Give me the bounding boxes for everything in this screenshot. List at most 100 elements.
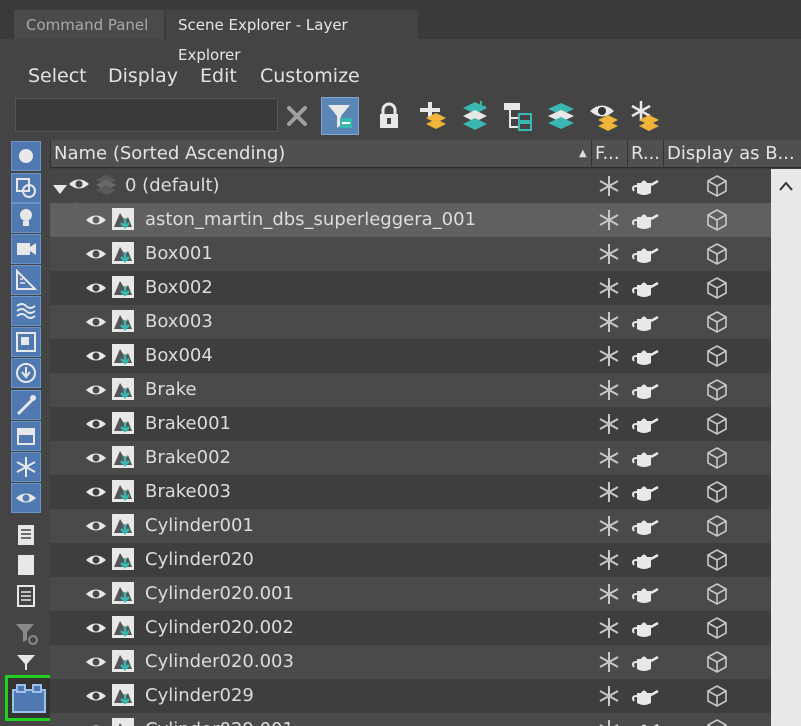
vertical-scrollbar[interactable]	[771, 169, 801, 726]
render-teapot-icon[interactable]	[627, 339, 662, 373]
render-teapot-icon[interactable]	[627, 679, 662, 713]
freeze-icon[interactable]	[591, 475, 626, 509]
visibility-eye-icon[interactable]	[85, 721, 107, 726]
freeze-icon[interactable]	[591, 271, 626, 305]
table-row[interactable]: Box002	[50, 271, 771, 305]
table-row[interactable]: Box003	[50, 305, 771, 339]
column-display-as-box[interactable]: Display as B...	[663, 140, 801, 168]
layer-row[interactable]: 0 (default)	[50, 169, 771, 203]
display-box-icon[interactable]	[663, 645, 771, 679]
lock-icon[interactable]	[370, 97, 408, 135]
menu-display[interactable]: Display	[108, 60, 178, 92]
bones-icon[interactable]	[11, 390, 41, 420]
groups-icon[interactable]	[11, 327, 41, 357]
visibility-eye-icon[interactable]	[85, 245, 107, 263]
table-row[interactable]: Cylinder020.002	[50, 611, 771, 645]
filter-icon[interactable]	[11, 647, 41, 677]
geometry-icon[interactable]	[11, 141, 41, 171]
freeze-icon[interactable]	[591, 509, 626, 543]
column-renderable[interactable]: R...	[627, 140, 663, 168]
render-teapot-icon[interactable]	[627, 203, 662, 237]
scroll-up-icon[interactable]	[771, 175, 801, 197]
display-box-icon[interactable]	[663, 305, 771, 339]
visibility-eye-icon[interactable]	[85, 517, 107, 535]
render-teapot-icon[interactable]	[627, 407, 662, 441]
visibility-eye-icon[interactable]	[85, 619, 107, 637]
freeze-icon[interactable]	[591, 713, 626, 726]
display-box-icon[interactable]	[663, 509, 771, 543]
render-teapot-icon[interactable]	[627, 237, 662, 271]
layers-icon[interactable]	[542, 97, 580, 135]
tab-scene-explorer[interactable]: Scene Explorer - Layer Explorer	[166, 10, 418, 64]
table-row[interactable]: aston_martin_dbs_superleggera_001	[50, 203, 771, 237]
render-teapot-icon[interactable]	[627, 475, 662, 509]
visibility-eye-icon[interactable]	[85, 653, 107, 671]
xrefs-icon[interactable]	[11, 358, 41, 388]
render-teapot-icon[interactable]	[627, 645, 662, 679]
shapes-icon[interactable]	[11, 173, 41, 203]
visibility-eye-icon[interactable]	[85, 313, 107, 331]
table-row[interactable]: Box004	[50, 339, 771, 373]
freeze-icon[interactable]	[591, 577, 626, 611]
visibility-eye-icon[interactable]	[85, 585, 107, 603]
layer-box-icon[interactable]	[663, 169, 771, 203]
layer-freeze-icon[interactable]	[591, 169, 626, 203]
freeze-icon[interactable]	[591, 645, 626, 679]
layer-visibility-eye-icon[interactable]	[68, 176, 90, 196]
create-layer-icon[interactable]	[413, 97, 451, 135]
render-teapot-icon[interactable]	[627, 441, 662, 475]
table-row[interactable]: Brake	[50, 373, 771, 407]
filter-select-icon[interactable]	[321, 97, 359, 135]
containers-icon[interactable]	[11, 421, 41, 451]
freeze-icon[interactable]	[591, 679, 626, 713]
table-row[interactable]: Cylinder020.003	[50, 645, 771, 679]
visibility-eye-icon[interactable]	[85, 551, 107, 569]
tab-command-panel[interactable]: Command Panel	[14, 10, 164, 40]
freeze-icon[interactable]	[591, 339, 626, 373]
hidden-icon[interactable]	[11, 483, 41, 513]
table-row[interactable]: Cylinder029	[50, 679, 771, 713]
invert-display-icon[interactable]	[11, 581, 41, 611]
freeze-icon[interactable]	[591, 305, 626, 339]
visibility-eye-icon[interactable]	[85, 347, 107, 365]
freeze-icon[interactable]	[591, 203, 626, 237]
table-row[interactable]: Brake002	[50, 441, 771, 475]
freeze-icon[interactable]	[591, 543, 626, 577]
render-teapot-icon[interactable]	[627, 305, 662, 339]
visibility-eye-icon[interactable]	[85, 381, 107, 399]
display-box-icon[interactable]	[663, 339, 771, 373]
visibility-eye-icon[interactable]	[85, 415, 107, 433]
menu-select[interactable]: Select	[28, 60, 87, 92]
visibility-eye-icon[interactable]	[85, 449, 107, 467]
visible-layers-icon[interactable]	[585, 97, 623, 135]
cameras-icon[interactable]	[11, 234, 41, 264]
display-box-icon[interactable]	[663, 441, 771, 475]
visibility-eye-icon[interactable]	[85, 483, 107, 501]
display-box-icon[interactable]	[663, 577, 771, 611]
display-all-icon[interactable]	[11, 520, 41, 550]
render-teapot-icon[interactable]	[627, 271, 662, 305]
collapse-arrow-icon[interactable]	[52, 181, 68, 200]
table-row[interactable]: Box001	[50, 237, 771, 271]
clear-search-icon[interactable]	[278, 97, 316, 135]
column-frozen[interactable]: F...	[591, 140, 627, 168]
space-warps-icon[interactable]	[11, 296, 41, 326]
frozen-layers-icon[interactable]	[626, 97, 664, 135]
table-row[interactable]: Cylinder020.001	[50, 577, 771, 611]
display-box-icon[interactable]	[663, 543, 771, 577]
menu-edit[interactable]: Edit	[200, 60, 237, 92]
display-box-icon[interactable]	[663, 713, 771, 726]
display-box-icon[interactable]	[663, 271, 771, 305]
render-teapot-icon[interactable]	[627, 509, 662, 543]
display-box-icon[interactable]	[663, 407, 771, 441]
render-teapot-icon[interactable]	[627, 611, 662, 645]
visibility-eye-icon[interactable]	[85, 211, 107, 229]
display-box-icon[interactable]	[663, 237, 771, 271]
layer-render-teapot-icon[interactable]	[627, 169, 662, 203]
freeze-icon[interactable]	[591, 237, 626, 271]
display-box-icon[interactable]	[663, 475, 771, 509]
render-teapot-icon[interactable]	[627, 713, 662, 726]
layer-explorer-icon[interactable]	[5, 675, 53, 721]
display-box-icon[interactable]	[663, 203, 771, 237]
freeze-icon[interactable]	[591, 441, 626, 475]
